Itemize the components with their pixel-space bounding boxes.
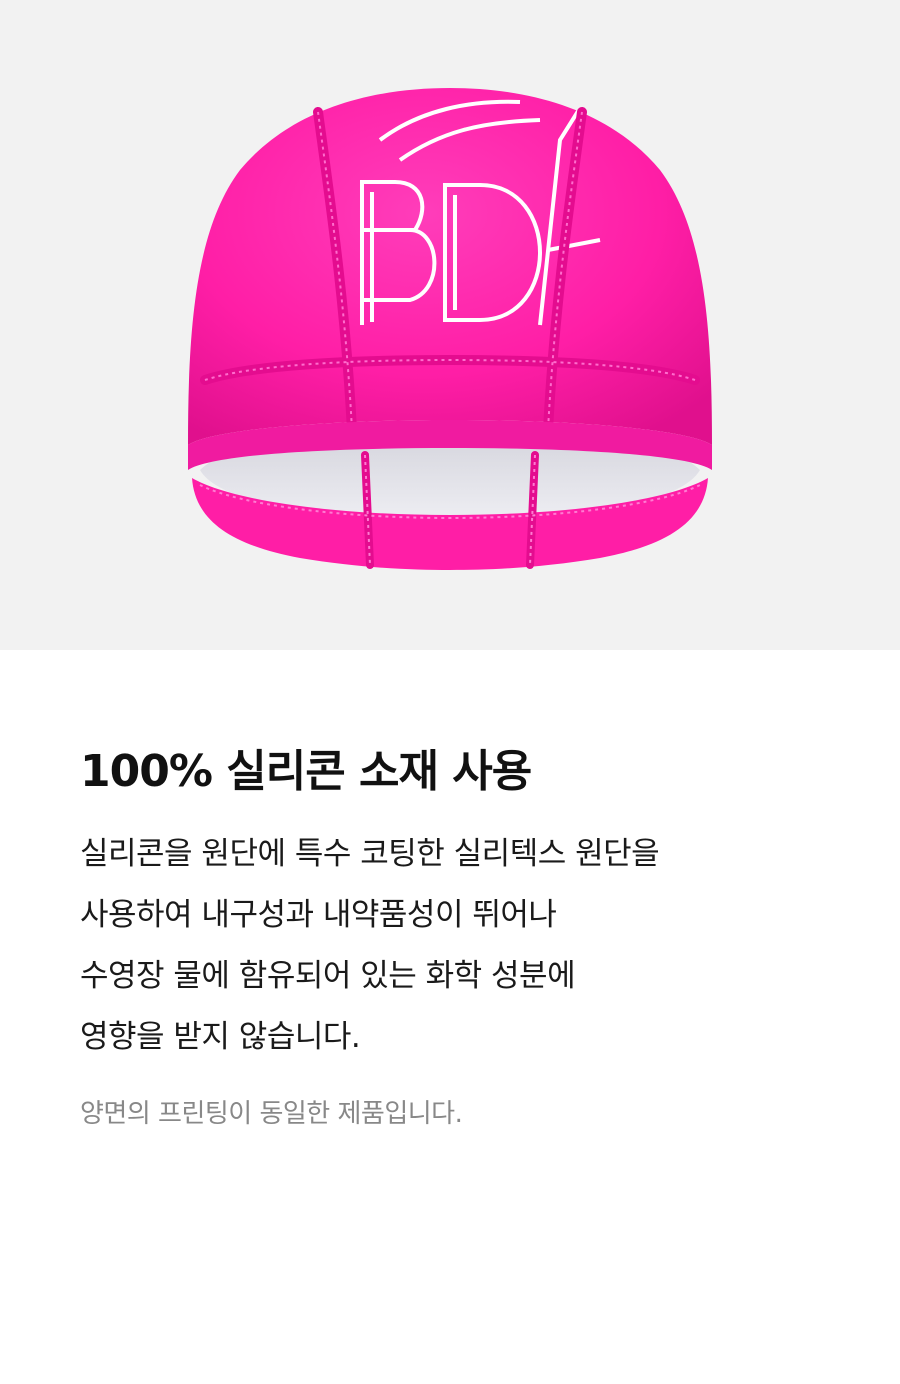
feature-body-line: 영향을 받지 않습니다. [80,1019,361,1055]
feature-body-line: 실리콘을 원단에 특수 코팅한 실리텍스 원단을 [80,836,660,872]
feature-headline: 100% 실리콘 소재 사용 [80,746,532,797]
feature-note: 양면의 프린팅이 동일한 제품입니다. [80,1099,463,1129]
feature-description: 100% 실리콘 소재 사용 실리콘을 원단에 특수 코팅한 실리텍스 원단을 … [80,740,840,1134]
feature-body-line: 수영장 물에 함유되어 있는 화학 성분에 [80,958,576,994]
feature-body-line: 사용하여 내구성과 내약품성이 뛰어나 [80,897,557,933]
feature-body: 실리콘을 원단에 특수 코팅한 실리텍스 원단을 사용하여 내구성과 내약품성이… [80,824,840,1068]
cap-dome [188,88,712,445]
swim-cap-image [188,88,712,570]
product-image-area [0,0,900,650]
